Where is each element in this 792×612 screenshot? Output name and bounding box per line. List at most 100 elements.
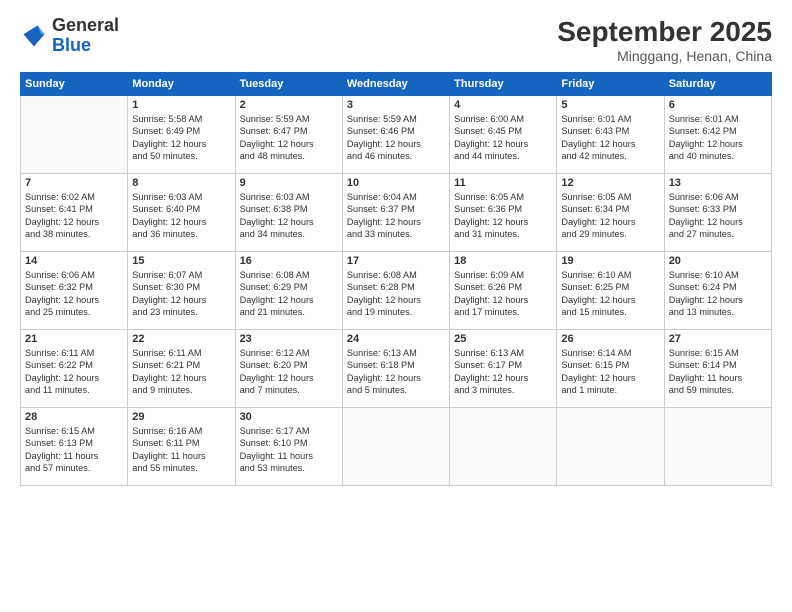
day-info-20: Sunrise: 6:10 AM Sunset: 6:24 PM Dayligh… <box>669 269 767 319</box>
cell-2-0: 14 Sunrise: 6:06 AM Sunset: 6:32 PM Dayli… <box>21 252 128 330</box>
day-info-3: Sunrise: 5:59 AM Sunset: 6:46 PM Dayligh… <box>347 113 445 163</box>
calendar-header: SundayMondayTuesdayWednesdayThursdayFrid… <box>21 73 772 96</box>
day-num-22: 22 <box>132 333 230 345</box>
day-info-27: Sunrise: 6:15 AM Sunset: 6:14 PM Dayligh… <box>669 347 767 397</box>
cell-1-6: 13 Sunrise: 6:06 AM Sunset: 6:33 PM Dayli… <box>664 174 771 252</box>
day-num-20: 20 <box>669 255 767 267</box>
week-row-2: 14 Sunrise: 6:06 AM Sunset: 6:32 PM Dayli… <box>21 252 772 330</box>
header-thursday: Thursday <box>450 73 557 96</box>
day-info-1: Sunrise: 5:58 AM Sunset: 6:49 PM Dayligh… <box>132 113 230 163</box>
day-num-1: 1 <box>132 99 230 111</box>
day-num-28: 28 <box>25 411 123 423</box>
logo-icon <box>20 22 48 50</box>
cell-2-1: 15 Sunrise: 6:07 AM Sunset: 6:30 PM Dayli… <box>128 252 235 330</box>
cell-1-4: 11 Sunrise: 6:05 AM Sunset: 6:36 PM Dayli… <box>450 174 557 252</box>
day-info-18: Sunrise: 6:09 AM Sunset: 6:26 PM Dayligh… <box>454 269 552 319</box>
day-info-9: Sunrise: 6:03 AM Sunset: 6:38 PM Dayligh… <box>240 191 338 241</box>
day-info-2: Sunrise: 5:59 AM Sunset: 6:47 PM Dayligh… <box>240 113 338 163</box>
day-info-24: Sunrise: 6:13 AM Sunset: 6:18 PM Dayligh… <box>347 347 445 397</box>
day-num-13: 13 <box>669 177 767 189</box>
day-num-18: 18 <box>454 255 552 267</box>
cell-3-5: 26Sunrise: 6:14 AM Sunset: 6:15 PM Dayli… <box>557 330 664 408</box>
header-wednesday: Wednesday <box>342 73 449 96</box>
day-num-16: 16 <box>240 255 338 267</box>
cell-4-5 <box>557 408 664 486</box>
logo: General Blue <box>20 16 119 56</box>
day-info-13: Sunrise: 6:06 AM Sunset: 6:33 PM Dayligh… <box>669 191 767 241</box>
cell-3-0: 21 Sunrise: 6:11 AM Sunset: 6:22 PM Dayli… <box>21 330 128 408</box>
cell-0-1: 1 Sunrise: 5:58 AM Sunset: 6:49 PM Daylig… <box>128 96 235 174</box>
cell-4-2: 30 Sunrise: 6:17 AM Sunset: 6:10 PM Dayli… <box>235 408 342 486</box>
cell-3-3: 24 Sunrise: 6:13 AM Sunset: 6:18 PM Dayli… <box>342 330 449 408</box>
calendar-body: 1 Sunrise: 5:58 AM Sunset: 6:49 PM Daylig… <box>21 96 772 486</box>
day-info-12: Sunrise: 6:05 AM Sunset: 6:34 PM Dayligh… <box>561 191 659 241</box>
day-info-21: Sunrise: 6:11 AM Sunset: 6:22 PM Dayligh… <box>25 347 123 397</box>
cell-2-4: 18 Sunrise: 6:09 AM Sunset: 6:26 PM Dayli… <box>450 252 557 330</box>
day-info-28: Sunrise: 6:15 AM Sunset: 6:13 PM Dayligh… <box>25 425 123 475</box>
day-info-30: Sunrise: 6:17 AM Sunset: 6:10 PM Dayligh… <box>240 425 338 475</box>
day-num-26: 26 <box>561 333 659 345</box>
cell-0-2: 2 Sunrise: 5:59 AM Sunset: 6:47 PM Daylig… <box>235 96 342 174</box>
calendar-table: SundayMondayTuesdayWednesdayThursdayFrid… <box>20 72 772 486</box>
day-num-12: 12 <box>561 177 659 189</box>
day-info-6: Sunrise: 6:01 AM Sunset: 6:42 PM Dayligh… <box>669 113 767 163</box>
location: Minggang, Henan, China <box>557 48 772 64</box>
day-num-2: 2 <box>240 99 338 111</box>
header: General Blue September 2025 Minggang, He… <box>20 16 772 64</box>
day-num-5: 5 <box>561 99 659 111</box>
day-info-8: Sunrise: 6:03 AM Sunset: 6:40 PM Dayligh… <box>132 191 230 241</box>
cell-3-6: 27 Sunrise: 6:15 AM Sunset: 6:14 PM Dayli… <box>664 330 771 408</box>
cell-0-5: 5 Sunrise: 6:01 AM Sunset: 6:43 PM Daylig… <box>557 96 664 174</box>
page: General Blue September 2025 Minggang, He… <box>0 0 792 612</box>
day-info-15: Sunrise: 6:07 AM Sunset: 6:30 PM Dayligh… <box>132 269 230 319</box>
header-friday: Friday <box>557 73 664 96</box>
day-num-23: 23 <box>240 333 338 345</box>
cell-1-3: 10Sunrise: 6:04 AM Sunset: 6:37 PM Dayli… <box>342 174 449 252</box>
day-num-4: 4 <box>454 99 552 111</box>
header-tuesday: Tuesday <box>235 73 342 96</box>
day-num-30: 30 <box>240 411 338 423</box>
logo-text: General Blue <box>52 16 119 56</box>
cell-3-2: 23Sunrise: 6:12 AM Sunset: 6:20 PM Dayli… <box>235 330 342 408</box>
header-row: SundayMondayTuesdayWednesdayThursdayFrid… <box>21 73 772 96</box>
day-num-27: 27 <box>669 333 767 345</box>
day-info-25: Sunrise: 6:13 AM Sunset: 6:17 PM Dayligh… <box>454 347 552 397</box>
month-title: September 2025 <box>557 16 772 48</box>
cell-2-3: 17Sunrise: 6:08 AM Sunset: 6:28 PM Dayli… <box>342 252 449 330</box>
cell-0-0 <box>21 96 128 174</box>
cell-4-6 <box>664 408 771 486</box>
day-num-10: 10 <box>347 177 445 189</box>
cell-4-3 <box>342 408 449 486</box>
day-num-15: 15 <box>132 255 230 267</box>
title-block: September 2025 Minggang, Henan, China <box>557 16 772 64</box>
cell-0-3: 3 Sunrise: 5:59 AM Sunset: 6:46 PM Daylig… <box>342 96 449 174</box>
week-row-3: 21 Sunrise: 6:11 AM Sunset: 6:22 PM Dayli… <box>21 330 772 408</box>
cell-3-1: 22Sunrise: 6:11 AM Sunset: 6:21 PM Dayli… <box>128 330 235 408</box>
logo-general: General <box>52 15 119 35</box>
cell-1-1: 8 Sunrise: 6:03 AM Sunset: 6:40 PM Daylig… <box>128 174 235 252</box>
cell-3-4: 25 Sunrise: 6:13 AM Sunset: 6:17 PM Dayli… <box>450 330 557 408</box>
day-num-6: 6 <box>669 99 767 111</box>
day-num-21: 21 <box>25 333 123 345</box>
day-num-7: 7 <box>25 177 123 189</box>
day-num-25: 25 <box>454 333 552 345</box>
day-num-14: 14 <box>25 255 123 267</box>
cell-0-4: 4Sunrise: 6:00 AM Sunset: 6:45 PM Daylig… <box>450 96 557 174</box>
cell-2-6: 20 Sunrise: 6:10 AM Sunset: 6:24 PM Dayli… <box>664 252 771 330</box>
cell-4-4 <box>450 408 557 486</box>
day-num-24: 24 <box>347 333 445 345</box>
day-info-5: Sunrise: 6:01 AM Sunset: 6:43 PM Dayligh… <box>561 113 659 163</box>
day-num-8: 8 <box>132 177 230 189</box>
week-row-0: 1 Sunrise: 5:58 AM Sunset: 6:49 PM Daylig… <box>21 96 772 174</box>
header-monday: Monday <box>128 73 235 96</box>
day-info-14: Sunrise: 6:06 AM Sunset: 6:32 PM Dayligh… <box>25 269 123 319</box>
day-info-7: Sunrise: 6:02 AM Sunset: 6:41 PM Dayligh… <box>25 191 123 241</box>
day-info-11: Sunrise: 6:05 AM Sunset: 6:36 PM Dayligh… <box>454 191 552 241</box>
day-num-11: 11 <box>454 177 552 189</box>
day-info-17: Sunrise: 6:08 AM Sunset: 6:28 PM Dayligh… <box>347 269 445 319</box>
cell-4-1: 29Sunrise: 6:16 AM Sunset: 6:11 PM Dayli… <box>128 408 235 486</box>
cell-2-5: 19Sunrise: 6:10 AM Sunset: 6:25 PM Dayli… <box>557 252 664 330</box>
header-sunday: Sunday <box>21 73 128 96</box>
day-num-9: 9 <box>240 177 338 189</box>
day-num-3: 3 <box>347 99 445 111</box>
